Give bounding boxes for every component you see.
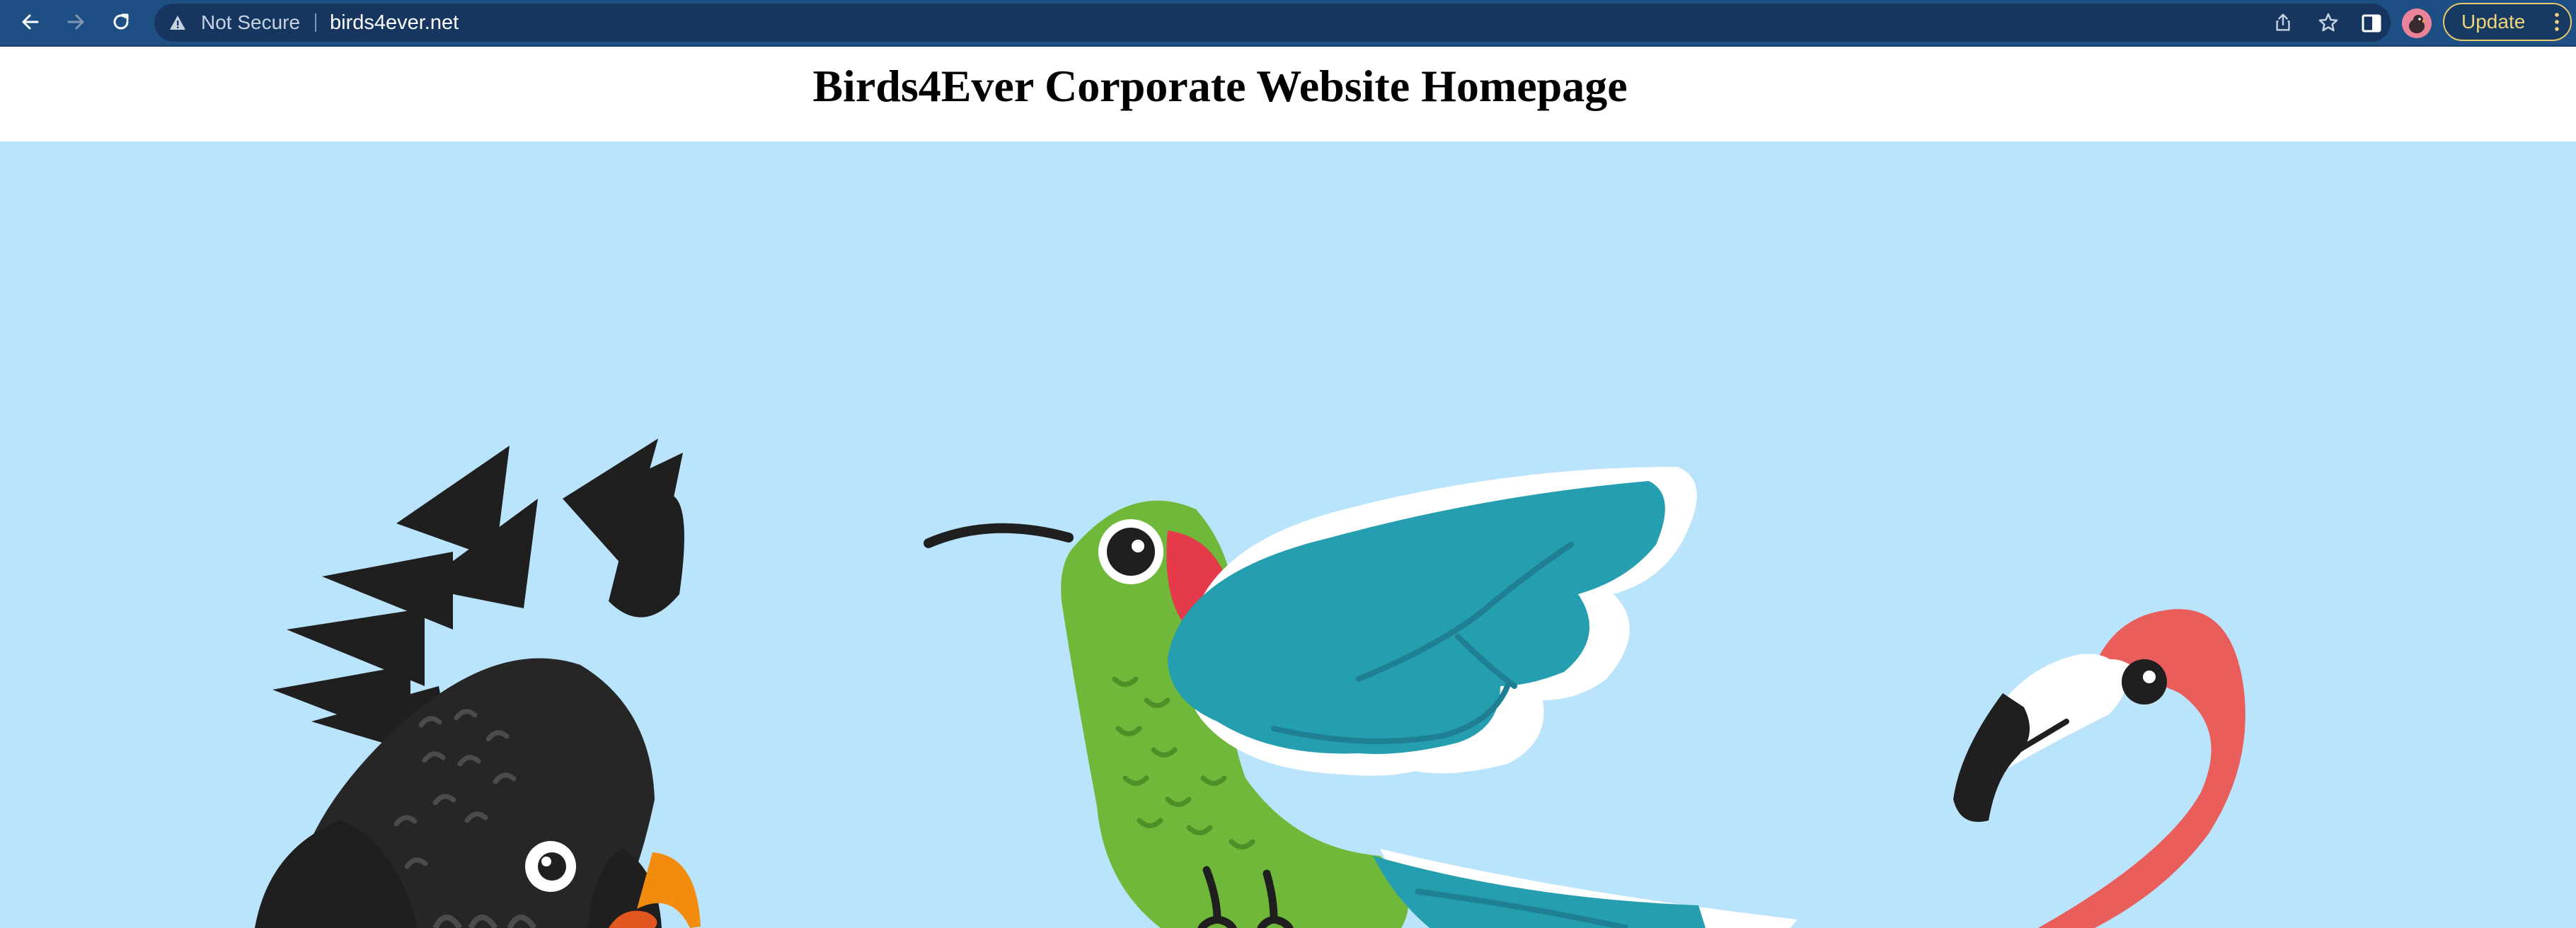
security-label[interactable]: Not Secure (201, 4, 300, 42)
more-vert-icon[interactable] (2553, 11, 2560, 33)
back-button[interactable] (7, 0, 54, 44)
browser-toolbar: Not Secure birds4ever.net Update (0, 0, 2576, 47)
forward-arrow-icon (67, 14, 84, 30)
hummingbird-illustration (924, 467, 1798, 928)
address-bar[interactable]: Not Secure birds4ever.net (154, 4, 2391, 42)
star-icon (2318, 13, 2338, 32)
side-panel-icon (2362, 14, 2381, 33)
profile-bird-icon (2402, 8, 2432, 38)
back-arrow-icon (22, 14, 39, 30)
forward-button[interactable] (52, 0, 99, 44)
birds-illustration (255, 439, 2246, 928)
reload-button[interactable] (98, 0, 144, 44)
share-icon (2276, 13, 2290, 31)
profile-avatar[interactable] (2402, 8, 2432, 38)
url-text[interactable]: birds4ever.net (330, 4, 459, 42)
warning-icon[interactable] (168, 13, 187, 32)
reload-icon (113, 13, 129, 30)
flamingo-illustration (1953, 609, 2246, 928)
update-label: Update (2461, 11, 2526, 33)
update-button[interactable]: Update (2443, 3, 2572, 41)
share-button[interactable] (2270, 10, 2296, 35)
hero-banner (0, 141, 2576, 928)
omnibox-divider (315, 13, 316, 32)
page-title: Birds4Ever Corporate Website Homepage (812, 61, 1628, 111)
cockatoo-illustration (255, 439, 701, 928)
bookmark-button[interactable] (2316, 10, 2341, 35)
side-panel-button[interactable] (2358, 10, 2385, 37)
